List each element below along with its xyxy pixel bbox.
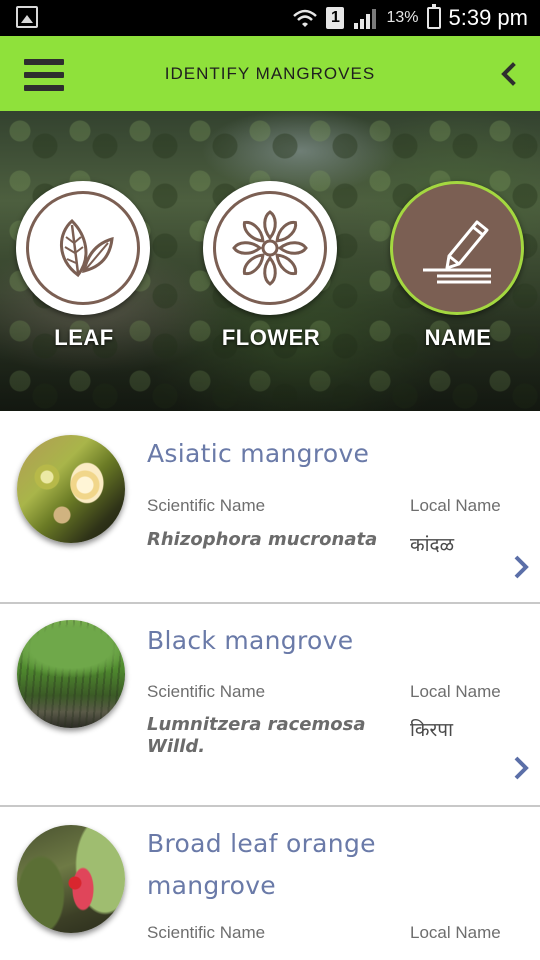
species-thumbnail [17,825,125,933]
scientific-name: Lumnitzera racemosa Willd. [147,714,366,757]
hero-banner: LEAF FLOWER NAME [0,111,540,411]
mode-name-label: NAME [424,325,492,350]
scientific-name-label: Scientific Name [147,496,266,515]
species-thumbnail [17,435,125,543]
local-name: किरपा [410,719,453,741]
list-item[interactable]: Broad leaf orange mangrove Scientific Na… [0,807,540,960]
wifi-icon [293,9,318,27]
app-bar: IDENTIFY MANGROVES [0,36,540,111]
signal-strength-icon [354,9,377,29]
list-item[interactable]: Asiatic mangrove Scientific Name Local N… [0,411,540,604]
scientific-name: Rhizophora mucronata [147,529,378,550]
local-name-label: Local Name [410,496,501,515]
chevron-right-icon[interactable] [512,755,530,781]
local-name: कांदळ [410,534,455,556]
sim-slot-icon: 1 [326,7,345,29]
gallery-notification-icon [16,6,38,28]
species-list: Asiatic mangrove Scientific Name Local N… [0,411,540,960]
common-name: Broad leaf orange mangrove [147,829,376,900]
mode-leaf-label: LEAF [54,325,114,350]
common-name: Asiatic mangrove [147,439,370,468]
mode-flower-label: FLOWER [221,325,321,350]
mode-name-button[interactable]: NAME [390,181,526,351]
pen-writing-icon [423,220,491,284]
list-item[interactable]: Black mangrove Scientific Name Local Nam… [0,604,540,807]
chevron-right-icon[interactable] [512,554,530,580]
scientific-name-label: Scientific Name [147,682,266,701]
local-name-label: Local Name [410,923,501,942]
status-icons: 1 13% 5:39 pm [292,0,528,36]
leaf-icon [59,218,114,278]
mode-leaf-button[interactable]: LEAF [16,181,152,351]
clock: 5:39 pm [448,5,529,30]
status-bar: 1 13% 5:39 pm [0,0,540,36]
local-name-label: Local Name [410,682,501,701]
battery-icon [426,4,441,29]
page-title: IDENTIFY MANGROVES [164,64,376,83]
mode-flower-button[interactable]: FLOWER [203,181,339,351]
species-thumbnail [17,620,125,728]
chevron-left-icon[interactable] [498,62,520,86]
battery-percent: 13% [386,9,419,26]
scientific-name-label: Scientific Name [147,923,266,942]
common-name: Black mangrove [147,626,354,655]
flower-icon [232,210,308,286]
